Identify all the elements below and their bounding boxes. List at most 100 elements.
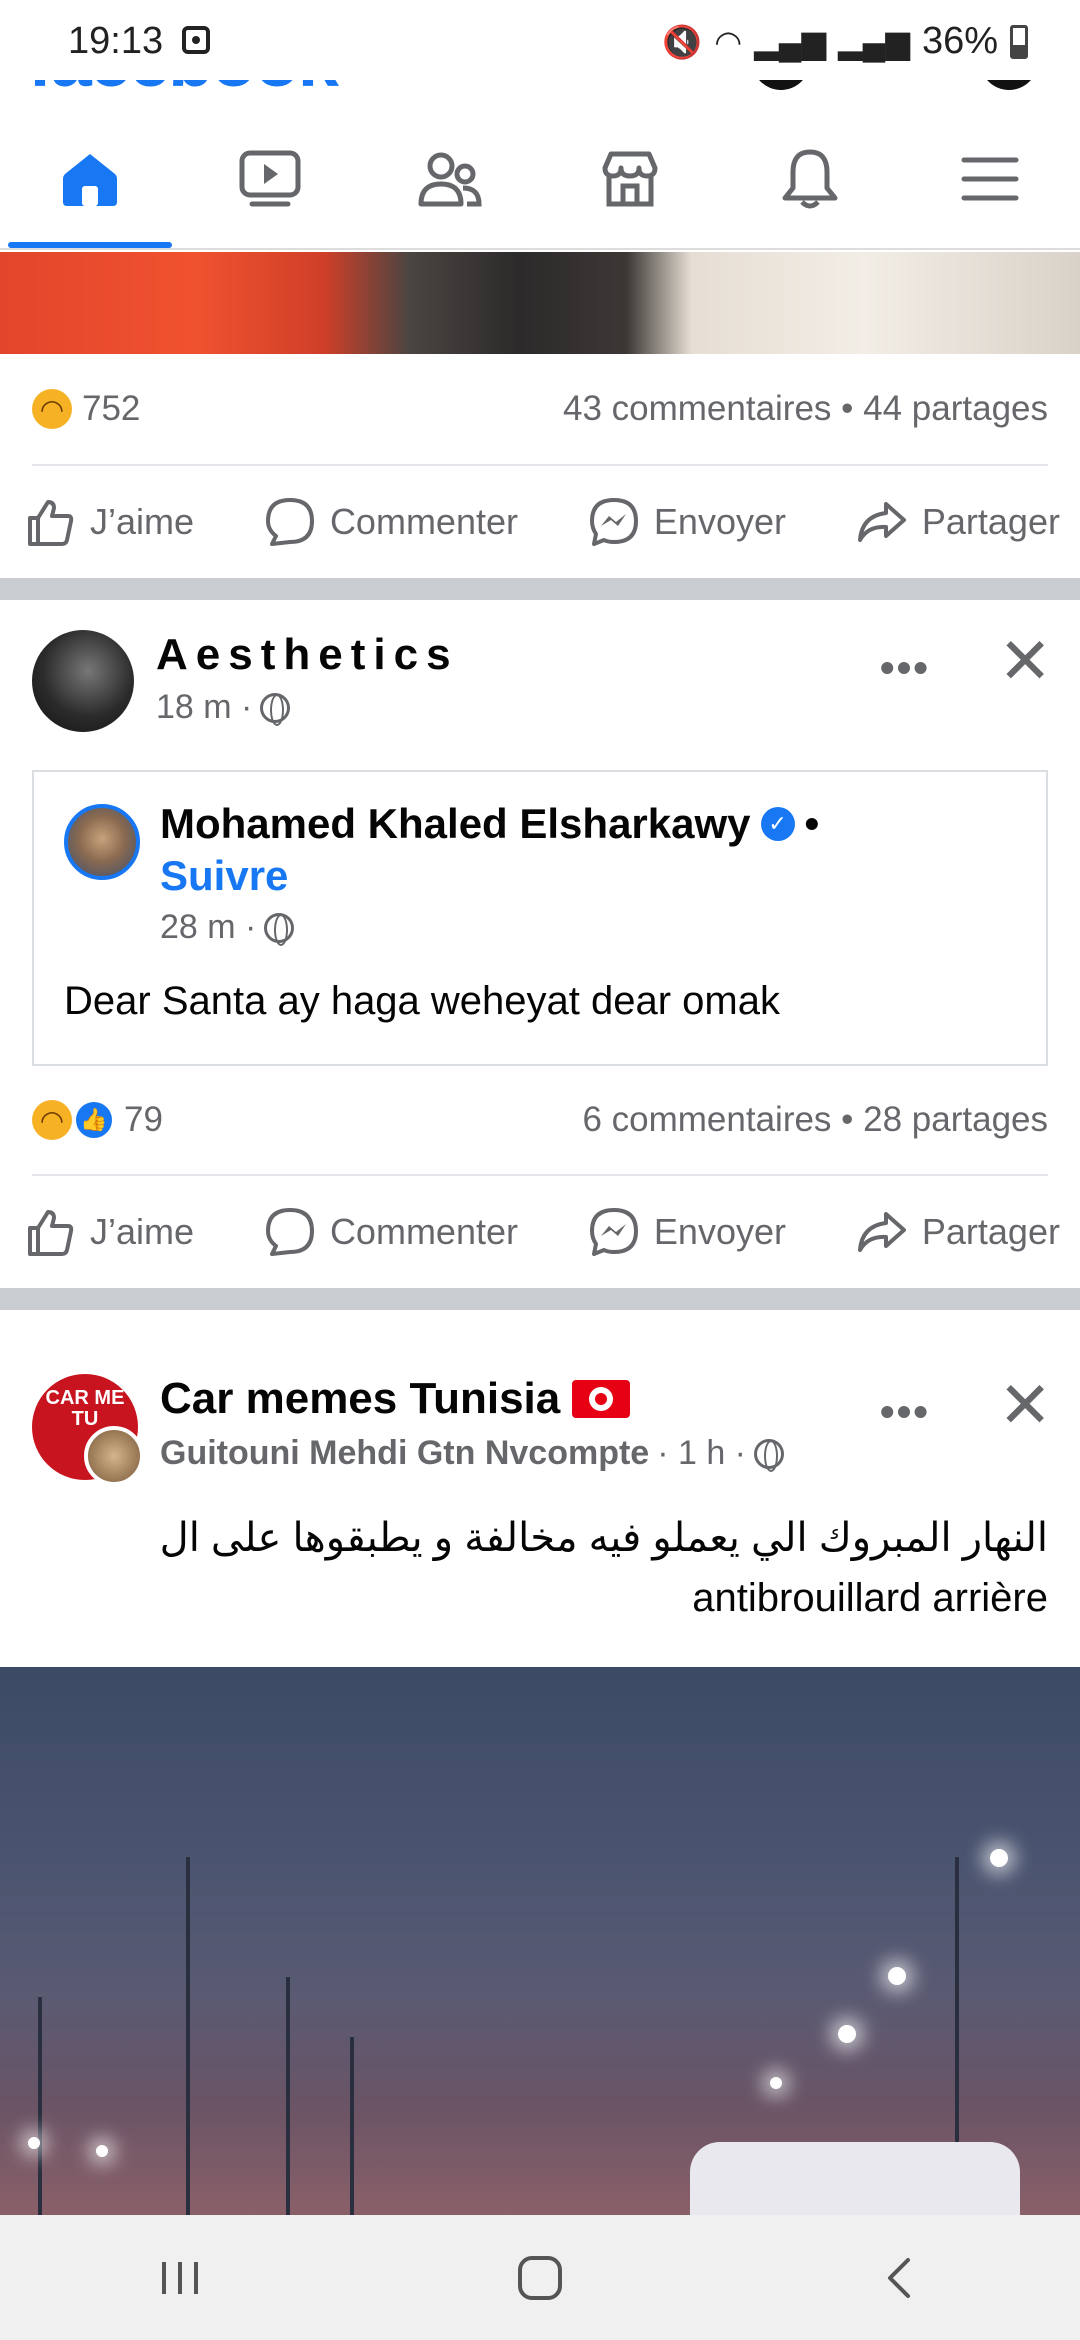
comment-icon bbox=[265, 498, 314, 546]
post1-reactions-line: ◠ 752 43 commentaires • 44 partages bbox=[0, 354, 1080, 464]
shared-author-row: Mohamed Khaled Elsharkawy ✓ • bbox=[160, 800, 819, 848]
share-label: Partager bbox=[921, 501, 1060, 542]
like-label: J’aime bbox=[90, 501, 195, 542]
post3-text-line2: antibrouillard arrière bbox=[692, 1576, 1048, 1620]
page-avatar[interactable]: CAR ME TU bbox=[32, 1374, 144, 1486]
share-button[interactable]: Partager bbox=[856, 1206, 1060, 1258]
post3: CAR ME TU Car memes Tunisia Guitouni Meh… bbox=[0, 1344, 1080, 1628]
messenger-icon bbox=[589, 1208, 638, 1256]
home-square-icon bbox=[518, 2255, 562, 2300]
post2-reaction-count: 79 bbox=[124, 1100, 163, 1139]
post3-time[interactable]: · 1 h · bbox=[657, 1434, 746, 1473]
thumbs-up-icon bbox=[28, 500, 74, 546]
status-icons: 🔇 ◠ ▂▄▆ ▂▄▆ 36% bbox=[662, 20, 1028, 63]
shared-author[interactable]: Mohamed Khaled Elsharkawy bbox=[160, 800, 751, 848]
post2-reactions[interactable]: ◠ 👍 79 bbox=[32, 1100, 163, 1140]
shared-post[interactable]: Mohamed Khaled Elsharkawy ✓ • Suivre 28 … bbox=[32, 770, 1048, 1066]
follow-button[interactable]: Suivre bbox=[160, 852, 819, 900]
bell-icon bbox=[782, 149, 838, 209]
more-options-icon[interactable]: ••• bbox=[880, 644, 930, 692]
feed-separator bbox=[0, 578, 1080, 600]
tab-home[interactable] bbox=[0, 110, 180, 248]
like-label: J’aime bbox=[90, 1211, 195, 1252]
post2-stats[interactable]: 6 commentaires • 28 partages bbox=[582, 1100, 1048, 1140]
back-icon bbox=[888, 2257, 910, 2298]
send-button[interactable]: Envoyer bbox=[588, 1206, 786, 1258]
haha-reaction-icon: ◠ bbox=[32, 1100, 72, 1140]
comment-label: Commenter bbox=[329, 1211, 518, 1252]
signal-icon: ▂▄▆ bbox=[754, 23, 827, 60]
send-label: Envoyer bbox=[653, 501, 786, 542]
haha-reaction-icon: ◠ bbox=[32, 389, 72, 429]
poster-name[interactable]: Guitouni Mehdi Gtn Nvcompte bbox=[160, 1434, 649, 1473]
like-button[interactable]: J’aime bbox=[24, 1206, 194, 1258]
battery-percent: 36% bbox=[921, 20, 998, 62]
separator-dot: • bbox=[804, 800, 820, 847]
recent-apps-icon bbox=[162, 2261, 198, 2294]
post2-meta: 18 m · bbox=[156, 688, 459, 727]
post2-time[interactable]: 18 m · bbox=[156, 688, 252, 727]
close-icon[interactable]: ✕ bbox=[998, 1368, 1052, 1443]
share-button[interactable]: Partager bbox=[856, 496, 1060, 548]
tab-friends[interactable] bbox=[360, 110, 540, 248]
post1-stats[interactable]: 43 commentaires • 44 partages bbox=[563, 389, 1048, 429]
marketplace-icon bbox=[602, 151, 658, 207]
street-lamp bbox=[286, 1977, 290, 2215]
post1-actions: J’aime Commenter Envoyer Partager bbox=[0, 466, 1080, 578]
mute-icon: 🔇 bbox=[662, 23, 703, 60]
tab-menu[interactable] bbox=[900, 110, 1080, 248]
wifi-icon: ◠ bbox=[714, 23, 743, 60]
send-button[interactable]: Envoyer bbox=[588, 496, 786, 548]
post3-author-block: Car memes Tunisia Guitouni Mehdi Gtn Nvc… bbox=[160, 1374, 785, 1480]
post1-footer: ◠ 752 43 commentaires • 44 partages J’ai… bbox=[0, 354, 1080, 600]
shared-time[interactable]: 28 m · bbox=[160, 908, 256, 947]
page-avatar-text: CAR ME TU bbox=[45, 1387, 125, 1430]
tab-video[interactable] bbox=[180, 110, 360, 248]
post2-reactions-line: ◠ 👍 79 6 commentaires • 28 partages bbox=[0, 1066, 1080, 1174]
avatar[interactable] bbox=[32, 630, 134, 732]
friends-icon bbox=[418, 152, 482, 207]
globe-icon bbox=[260, 692, 291, 726]
feed-separator bbox=[0, 1288, 1080, 1310]
recent-apps-button[interactable] bbox=[120, 2238, 240, 2318]
comment-button[interactable]: Commenter bbox=[264, 496, 518, 548]
post-image-partial[interactable] bbox=[0, 252, 1080, 354]
lamp-light bbox=[28, 2137, 40, 2149]
shared-text: Dear Santa ay haga weheyat dear omak bbox=[64, 979, 780, 1023]
page-name-row: Car memes Tunisia bbox=[160, 1374, 784, 1424]
back-button[interactable] bbox=[840, 2238, 960, 2318]
like-reaction-icon: 👍 bbox=[74, 1100, 114, 1140]
home-button[interactable] bbox=[480, 2238, 600, 2318]
status-bar: 19:13 🔇 ◠ ▂▄▆ ▂▄▆ 36% bbox=[0, 0, 1080, 80]
close-icon[interactable]: ✕ bbox=[998, 624, 1052, 699]
post3-text-line1: النهار المبروك الي يعملو فيه مخالفة و يط… bbox=[159, 1516, 1048, 1560]
post3-photo[interactable] bbox=[0, 1667, 1080, 2215]
status-time: 19:13 bbox=[68, 20, 164, 62]
thumbs-up-icon bbox=[28, 1210, 74, 1256]
tab-notifications[interactable] bbox=[720, 110, 900, 248]
lamp-light bbox=[990, 1849, 1008, 1867]
page-name[interactable]: Car memes Tunisia bbox=[160, 1374, 560, 1424]
post3-text: النهار المبروك الي يعملو فيه مخالفة و يط… bbox=[0, 1480, 1080, 1628]
post3-header: CAR ME TU Car memes Tunisia Guitouni Meh… bbox=[0, 1344, 1080, 1486]
comment-icon bbox=[265, 1208, 314, 1256]
lamp-light bbox=[96, 2145, 108, 2157]
home-icon bbox=[63, 154, 117, 206]
post2-actions: J’aime Commenter Envoyer Partager bbox=[0, 1176, 1080, 1288]
street-lamp bbox=[350, 2037, 354, 2215]
more-options-icon[interactable]: ••• bbox=[880, 1388, 930, 1436]
post3-meta: Guitouni Mehdi Gtn Nvcompte · 1 h · bbox=[160, 1434, 785, 1473]
shared-avatar[interactable] bbox=[64, 804, 140, 880]
post2-header: Aesthetics 18 m · ••• ✕ bbox=[0, 600, 1080, 732]
poster-avatar[interactable] bbox=[84, 1426, 144, 1486]
signal-icon-2: ▂▄▆ bbox=[838, 23, 910, 60]
post1-reactions[interactable]: ◠ 752 bbox=[32, 389, 140, 429]
comment-button[interactable]: Commenter bbox=[264, 1206, 518, 1258]
shared-info: Mohamed Khaled Elsharkawy ✓ • Suivre 28 … bbox=[160, 800, 819, 947]
tab-marketplace[interactable] bbox=[540, 110, 720, 248]
post2-author[interactable]: Aesthetics bbox=[156, 630, 459, 680]
post1-reaction-count: 752 bbox=[82, 389, 141, 428]
post2-author-block: Aesthetics 18 m · bbox=[156, 630, 459, 732]
like-button[interactable]: J’aime bbox=[24, 496, 194, 548]
nav-tabs bbox=[0, 110, 1080, 250]
